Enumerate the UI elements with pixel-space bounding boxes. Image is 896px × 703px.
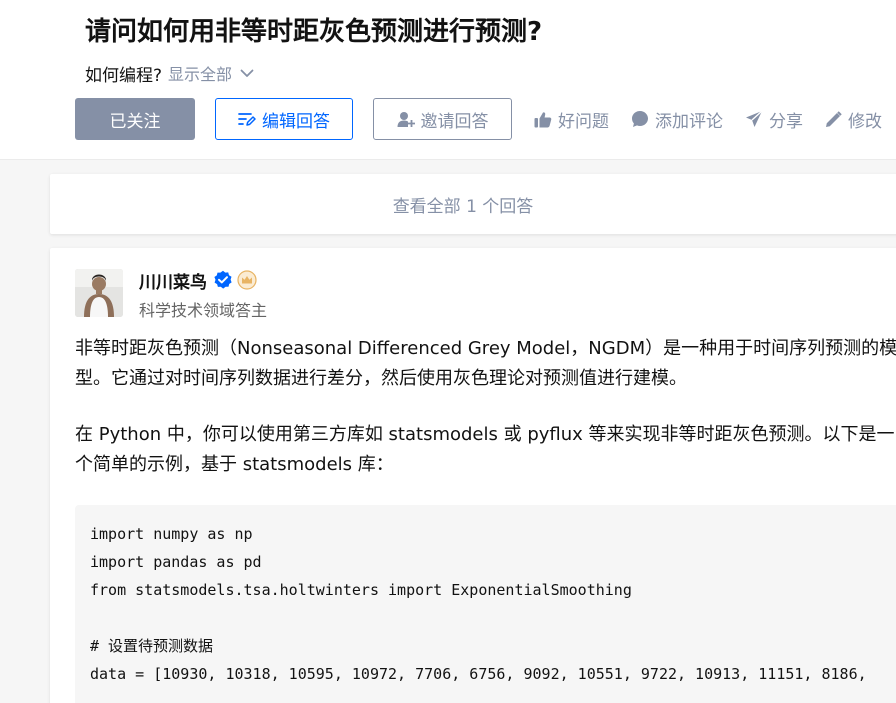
edit-answer-label: 编辑回答 [262,111,330,132]
question-actions: 已关注 编辑回答 邀请回答 好问题 添加评论 分享 修改 [75,98,882,140]
question-detail: 如何编程? 显示全部 [85,60,254,86]
view-all-answers-link[interactable]: 查看全部 1 个回答 [393,192,568,217]
question-header: 请问如何用非等时距灰色预测进行预测? 如何编程? 显示全部 已关注 编辑回答 邀… [0,0,896,160]
view-all-answers-card: 查看全部 1 个回答 [50,174,896,234]
share-button[interactable]: 分享 [745,98,803,140]
edit-answer-button[interactable]: 编辑回答 [215,98,353,140]
comment-icon [632,111,648,127]
code-block: import numpy as np import pandas as pd f… [75,505,896,703]
good-question-button[interactable]: 好问题 [534,98,609,140]
show-all-label: 显示全部 [168,65,233,84]
share-icon [746,110,763,127]
verified-badge-icon [213,270,233,290]
author-headline: 科学技术领域答主 [139,301,268,320]
code-line: import numpy as np [90,525,253,543]
edit-question-label: 修改 [848,111,882,132]
followed-button[interactable]: 已关注 [75,98,195,140]
code-line: import pandas as pd [90,553,262,571]
good-question-label: 好问题 [558,111,609,132]
code-line: data = [10930, 10318, 10595, 10972, 7706… [90,665,867,683]
edit-answer-icon [238,113,256,126]
invite-answer-label: 邀请回答 [420,111,489,132]
show-all-button[interactable]: 显示全部 [168,61,254,85]
chevron-down-icon [240,69,254,77]
code-line: from statsmodels.tsa.holtwinters import … [90,581,632,599]
answer-paragraph: 在 Python 中，你可以使用第三方库如 statsmodels 或 pyfl… [75,424,895,475]
question-detail-text: 如何编程? [85,65,163,86]
avatar[interactable] [75,269,123,317]
invite-answer-button[interactable]: 邀请回答 [373,98,512,140]
add-comment-button[interactable]: 添加评论 [631,98,723,140]
invite-user-icon [397,111,415,127]
question-title: 请问如何用非等时距灰色预测进行预测? [85,17,543,47]
share-label: 分享 [769,111,803,132]
avatar-image [75,269,123,317]
author-info: 川川菜鸟 科学技术领域答主 [139,269,267,321]
author-name[interactable]: 川川菜鸟 [139,268,207,293]
pencil-icon [826,110,842,127]
edit-question-button[interactable]: 修改 [825,98,882,140]
code-line: # 设置待预测数据 [90,637,214,655]
answer-author: 川川菜鸟 科学技术领域答主 [75,269,267,321]
answer-content: 非等时距灰色预测（Nonseasonal Differenced Grey Mo… [75,334,896,506]
author-name-row: 川川菜鸟 [139,268,267,293]
followed-button-label: 已关注 [109,111,161,132]
add-comment-label: 添加评论 [655,111,723,132]
answer-card: 川川菜鸟 科学技术领域答主 非等时距灰色预测（Nonseasonal Diffe… [50,248,896,703]
thumbs-up-icon [534,111,552,127]
answer-paragraph: 非等时距灰色预测（Nonseasonal Differenced Grey Mo… [75,338,896,389]
crown-badge-icon [237,270,257,290]
